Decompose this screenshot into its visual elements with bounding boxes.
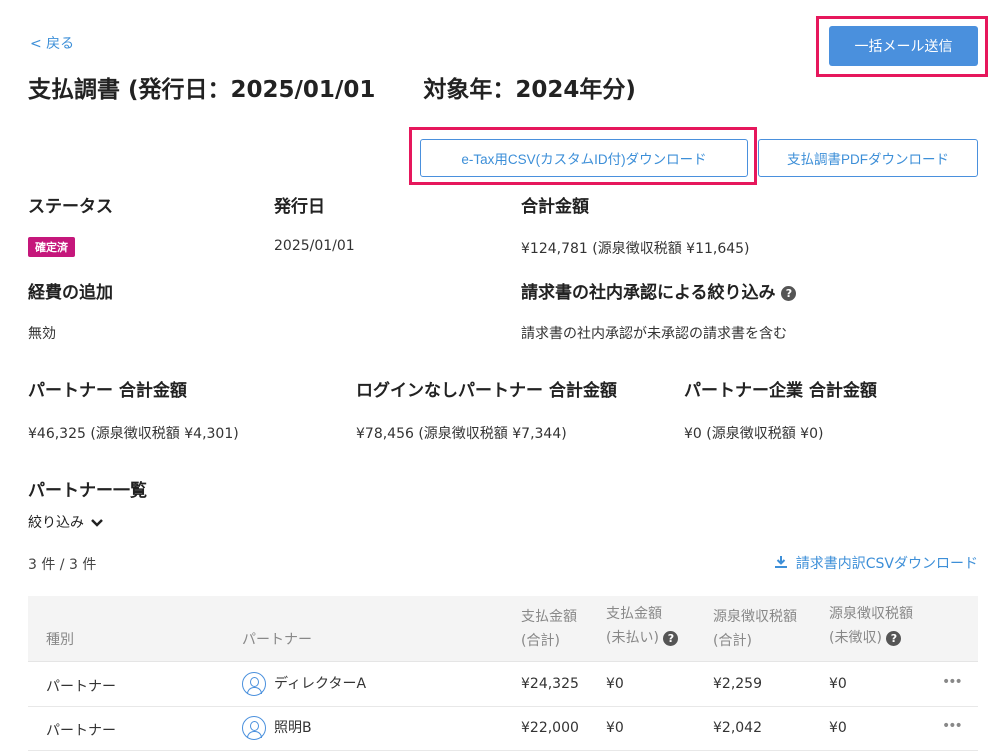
column-paid-total-line1: 支払金額 bbox=[521, 609, 577, 625]
row-tax-uncollected: ¥0 bbox=[829, 720, 847, 736]
column-tax-total-line1: 源泉徴収税額 bbox=[713, 609, 797, 625]
row-partner[interactable]: 照明B bbox=[242, 716, 312, 740]
issue-date-value: 2025/01/01 bbox=[274, 238, 355, 254]
expense-label: 経費の追加 bbox=[28, 283, 113, 303]
filter-toggle-label: 絞り込み bbox=[28, 515, 84, 531]
user-avatar-icon bbox=[242, 716, 266, 740]
table-row[interactable]: パートナー 照明B ¥22,000 ¥0 ¥2,042 ¥0 ••• bbox=[28, 707, 978, 751]
invoice-csv-download-link[interactable]: 請求書内訳CSVダウンロード bbox=[774, 553, 978, 573]
column-tax-total: 源泉徴収税額 (合計) bbox=[713, 605, 797, 653]
column-paid-unpaid-line1: 支払金額 bbox=[606, 606, 662, 622]
total-amount-value: ¥124,781 (源泉徴収税額 ¥11,645) bbox=[521, 241, 750, 257]
column-tax-uncollected-line2-text: (未徴収) bbox=[829, 630, 882, 646]
row-partner-name: ディレクターA bbox=[274, 676, 367, 692]
partner-total-value: ¥46,325 (源泉徴収税額 ¥4,301) bbox=[28, 426, 239, 442]
partner-company-total-value: ¥0 (源泉徴収税額 ¥0) bbox=[684, 426, 824, 442]
partner-list-title: パートナー一覧 bbox=[28, 481, 147, 501]
total-amount-label: 合計金額 bbox=[521, 197, 589, 217]
row-paid-unpaid: ¥0 bbox=[606, 720, 624, 736]
question-circle-icon[interactable]: ? bbox=[781, 285, 797, 301]
row-tax-total: ¥2,259 bbox=[713, 676, 762, 692]
bulk-mail-button[interactable]: 一括メール送信 bbox=[829, 26, 978, 66]
more-dots-icon[interactable]: ••• bbox=[942, 718, 963, 734]
column-tax-uncollected-line1: 源泉徴収税額 bbox=[829, 606, 913, 622]
question-circle-icon[interactable]: ? bbox=[663, 630, 679, 646]
partner-total-label: パートナー 合計金額 bbox=[28, 381, 187, 401]
nologin-partner-total-label: ログインなしパートナー 合計金額 bbox=[356, 381, 617, 401]
column-partner: パートナー bbox=[242, 632, 312, 648]
user-avatar-icon bbox=[242, 672, 266, 696]
column-paid-unpaid: 支払金額 (未払い) ? bbox=[606, 602, 679, 650]
issue-date-label: 発行日 bbox=[274, 197, 325, 217]
column-paid-total: 支払金額 (合計) bbox=[521, 605, 577, 653]
table-row[interactable]: パートナー ディレクターA ¥24,325 ¥0 ¥2,259 ¥0 ••• bbox=[28, 663, 978, 707]
approval-filter-value: 請求書の社内承認が未承認の請求書を含む bbox=[521, 326, 787, 342]
question-circle-icon[interactable]: ? bbox=[886, 630, 902, 646]
expense-value: 無効 bbox=[28, 326, 56, 342]
status-label: ステータス bbox=[28, 197, 113, 217]
pdf-download-button[interactable]: 支払調書PDFダウンロード bbox=[758, 139, 978, 177]
partner-company-total-label: パートナー企業 合計金額 bbox=[684, 381, 877, 401]
invoice-csv-download-label: 請求書内訳CSVダウンロード bbox=[795, 556, 978, 572]
row-type: パートナー bbox=[46, 723, 116, 739]
row-paid-total: ¥22,000 bbox=[521, 720, 579, 736]
back-link[interactable]: < 戻る bbox=[30, 33, 74, 53]
approval-filter-label-text: 請求書の社内承認による絞り込み bbox=[521, 283, 776, 303]
column-paid-total-line2: (合計) bbox=[521, 633, 560, 649]
row-paid-unpaid: ¥0 bbox=[606, 676, 624, 692]
table-header: 種別 パートナー 支払金額 (合計) 支払金額 (未払い) ? 源泉徴収税額 (… bbox=[28, 596, 978, 662]
page-title-target-year: 対象年：2024年分) bbox=[423, 77, 636, 103]
result-count: 3 件 / 3 件 bbox=[28, 557, 97, 573]
chevron-down-icon bbox=[91, 519, 104, 527]
column-tax-total-line2: (合計) bbox=[713, 633, 752, 649]
column-tax-uncollected: 源泉徴収税額 (未徴収) ? bbox=[829, 602, 913, 650]
row-partner[interactable]: ディレクターA bbox=[242, 672, 366, 696]
filter-toggle[interactable]: 絞り込み bbox=[28, 512, 104, 532]
column-paid-unpaid-line2: (未払い) ? bbox=[606, 626, 679, 650]
page-title-main: 支払調書 (発行日：2025/01/01 bbox=[28, 77, 376, 103]
etax-csv-download-button[interactable]: e-Tax用CSV(カスタムID付)ダウンロード bbox=[420, 139, 748, 177]
nologin-partner-total-value: ¥78,456 (源泉徴収税額 ¥7,344) bbox=[356, 426, 567, 442]
status-badge: 確定済 bbox=[28, 237, 75, 257]
column-type: 種別 bbox=[46, 632, 74, 648]
download-icon bbox=[775, 556, 788, 568]
row-tax-uncollected: ¥0 bbox=[829, 676, 847, 692]
row-partner-name: 照明B bbox=[274, 720, 312, 736]
row-tax-total: ¥2,042 bbox=[713, 720, 762, 736]
column-tax-uncollected-line2: (未徴収) ? bbox=[829, 626, 913, 650]
row-paid-total: ¥24,325 bbox=[521, 676, 579, 692]
row-type: パートナー bbox=[46, 679, 116, 695]
approval-filter-label: 請求書の社内承認による絞り込み ? bbox=[521, 278, 797, 303]
more-dots-icon[interactable]: ••• bbox=[942, 674, 963, 690]
column-paid-unpaid-line2-text: (未払い) bbox=[606, 630, 659, 646]
page-title: 支払調書 (発行日：2025/01/01 対象年：2024年分) bbox=[28, 70, 636, 104]
